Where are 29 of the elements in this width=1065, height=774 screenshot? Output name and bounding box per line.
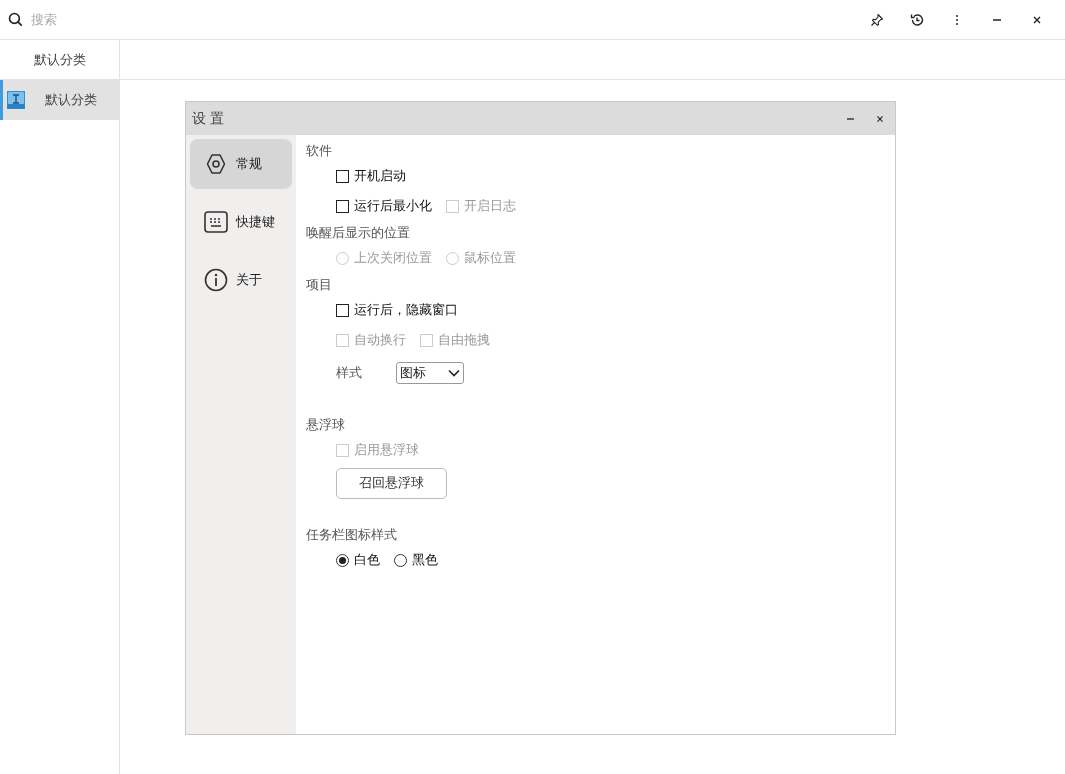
section-heading: 悬浮球 xyxy=(306,416,345,434)
minimize-icon xyxy=(993,18,1001,21)
info-icon xyxy=(204,268,228,292)
section-heading: 项目 xyxy=(306,276,332,294)
recall-button[interactable]: 召回悬浮球 xyxy=(336,467,447,499)
field-label: 样式 xyxy=(336,364,362,382)
category-icon xyxy=(7,91,25,109)
checkbox[interactable]: 运行后最小化 xyxy=(336,197,432,215)
section-heading: 唤醒后显示的位置 xyxy=(306,224,410,242)
nav-tab[interactable]: 快捷键 xyxy=(190,197,292,247)
checkbox[interactable]: 运行后，隐藏窗口 xyxy=(336,301,458,319)
style-dropdown[interactable]: 图标 xyxy=(396,362,464,384)
search-field[interactable]: 搜索 xyxy=(29,11,233,28)
radio-button[interactable]: 黑色 xyxy=(394,551,438,569)
section-heading: 软件 xyxy=(306,142,332,160)
radio-button[interactable]: 白色 xyxy=(336,551,380,569)
keyboard-icon xyxy=(204,211,228,233)
nav-tab[interactable]: 关于 xyxy=(190,255,292,305)
pin-icon xyxy=(870,12,884,27)
checkbox[interactable]: 开机启动 xyxy=(336,167,406,185)
nav-tab[interactable]: 常规 xyxy=(190,139,292,189)
minimize-icon xyxy=(846,117,854,120)
settings-icon xyxy=(204,152,228,176)
sidebar-item[interactable]: 默认分类 xyxy=(0,80,119,120)
chevron-down-icon xyxy=(448,369,460,377)
section-heading: 任务栏图标样式 xyxy=(306,526,397,544)
history-icon xyxy=(910,12,924,27)
dialog-title: 设 置 xyxy=(192,109,225,128)
search-icon xyxy=(8,12,23,27)
